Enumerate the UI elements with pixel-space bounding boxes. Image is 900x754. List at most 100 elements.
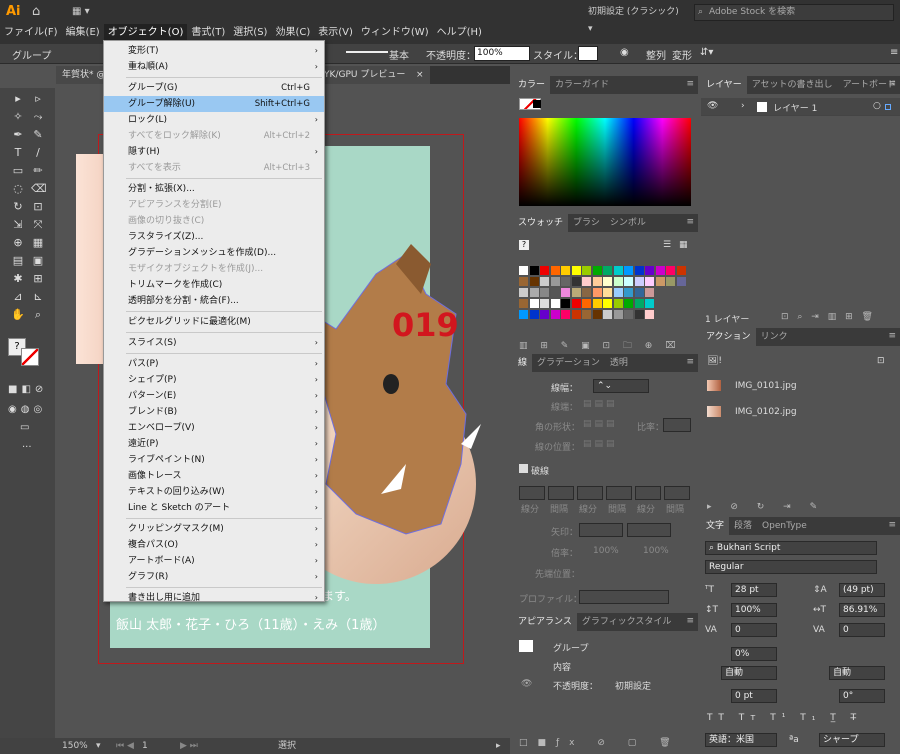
tool-icon[interactable]: ▤ [11, 254, 25, 268]
menu-item[interactable]: パターン(E) › [104, 388, 324, 404]
hscale-field[interactable]: 86.91% [839, 603, 885, 617]
menu-item[interactable]: 透明部分を分割・統合(F)... [104, 293, 324, 309]
color-swatch[interactable] [624, 299, 633, 308]
menu-item[interactable]: 書き出し用に追加 › [104, 590, 324, 606]
panel-tab[interactable]: グラフィックスタイル [577, 613, 677, 631]
color-swatch[interactable] [540, 299, 549, 308]
tool-icon[interactable]: ▣ [31, 254, 45, 268]
panel-tab[interactable]: レイヤー [701, 76, 747, 94]
tool-icon[interactable]: ✱ [11, 272, 25, 286]
color-swatch[interactable] [592, 277, 602, 286]
layer-actions[interactable]: ⊡ ⌕ ⇥ ▥ ⊞ 🗑 [781, 312, 876, 322]
color-swatch[interactable] [613, 310, 623, 319]
menu-item[interactable]: ブレンド(B) › [104, 404, 324, 420]
panel-tab[interactable]: ブラシ [568, 214, 605, 232]
color-swatch[interactable] [676, 277, 686, 286]
color-swatch[interactable] [561, 277, 570, 286]
menu-item[interactable]: トリムマークを作成(C) [104, 277, 324, 293]
scale-value-1[interactable]: 100% [593, 546, 619, 556]
panel-menu-icon[interactable]: ≡ [686, 357, 694, 367]
panel-menu-icon[interactable]: ≡ [686, 79, 694, 89]
menu-item[interactable]: Line と Sketch のアート › [104, 500, 324, 516]
tool-icon[interactable]: ◌ [11, 182, 25, 196]
text-style-buttons[interactable]: TT Tт T¹ T₁ T̲ T̶ [707, 713, 862, 723]
menu-item[interactable]: ラスタライズ(Z)... [104, 229, 324, 245]
artboard-nav-next-icon[interactable]: ▶ ⏭ [180, 738, 198, 754]
color-swatch[interactable] [666, 277, 675, 286]
tool-icon[interactable]: ⌕ [31, 308, 45, 322]
color-swatch[interactable] [582, 299, 591, 308]
panel-tab[interactable]: 透明 [605, 354, 633, 372]
color-swatch[interactable] [603, 277, 612, 286]
artboard-number[interactable]: 1 [142, 738, 148, 754]
color-swatch[interactable] [592, 266, 602, 275]
menu-item[interactable]: 変形(T) › [104, 43, 324, 59]
opacity-field[interactable]: 100% [474, 46, 530, 61]
layer-row[interactable]: 👁 › レイヤー 1 ○ [701, 98, 900, 116]
color-swatch[interactable] [603, 310, 612, 319]
menu-item[interactable]: ライブペイント(N) › [104, 452, 324, 468]
arrow-start-field[interactable] [579, 523, 623, 537]
menu-item[interactable]: グループ(G) Ctrl+G [104, 80, 324, 96]
tool-icon[interactable]: ⤧ [31, 218, 45, 232]
language-field[interactable]: 英語：米国 [705, 733, 777, 747]
link-info-icon[interactable]: 🖼! [707, 356, 722, 366]
recolor-icon[interactable]: ◉ [620, 47, 629, 58]
color-swatch[interactable] [582, 310, 591, 319]
color-swatch[interactable] [603, 299, 612, 308]
panel-menu-icon[interactable]: ≡ [686, 616, 694, 626]
panel-tab[interactable]: 段落 [729, 517, 757, 535]
color-swatch[interactable] [519, 266, 528, 275]
corner-buttons[interactable]: ▤▤▤ [583, 419, 618, 429]
menu-item[interactable]: グラデーションメッシュを作成(D)... [104, 245, 324, 261]
color-swatch[interactable] [561, 266, 570, 275]
color-swatch[interactable] [540, 277, 549, 286]
color-swatch[interactable] [529, 310, 539, 319]
dash-field[interactable] [635, 486, 661, 500]
color-swatch[interactable] [624, 277, 633, 286]
tracking-field[interactable]: 0 [839, 623, 885, 637]
menu-item[interactable]: スライス(S) › [104, 335, 324, 351]
menu-7[interactable]: ウィンドウ(W) [357, 24, 433, 42]
panel-tab[interactable]: OpenType [757, 517, 812, 535]
profile-field[interactable] [579, 590, 669, 604]
panel-tab[interactable]: 線 [513, 354, 533, 372]
names-text[interactable]: 飯山 太郎・花子・ひろ（11歳）・えみ（1歳） [116, 614, 385, 633]
dash-field[interactable] [577, 486, 603, 500]
embed-icon[interactable]: ⊡ [877, 356, 885, 366]
tool-icon[interactable]: ▦ [31, 236, 45, 250]
menu-item[interactable]: アピアランスを分割(E) [104, 197, 324, 213]
panel-menu-icon[interactable]: ≡ [888, 331, 896, 341]
tool-icon[interactable]: ▭ [11, 164, 25, 178]
color-swatch[interactable] [613, 277, 623, 286]
font-style-field[interactable]: Regular [705, 560, 877, 574]
tool-icon[interactable]: ⊿ [11, 290, 25, 304]
tool-icon[interactable]: T [11, 146, 25, 160]
color-swatch[interactable] [582, 266, 591, 275]
stroke-style-label[interactable]: 基本 [389, 47, 409, 62]
menu-item[interactable]: 重ね順(A) › [104, 59, 324, 75]
tool-icon[interactable]: ✒ [11, 128, 25, 142]
color-swatch[interactable] [592, 288, 602, 297]
list-view-icon[interactable]: ☰ [663, 240, 671, 250]
artboard-nav-prev-icon[interactable]: ⏮ ◀ [116, 738, 134, 754]
color-swatch[interactable] [624, 310, 633, 319]
greeting-text[interactable]: ます。 [322, 587, 357, 604]
color-swatch[interactable] [550, 266, 560, 275]
menu-item[interactable]: エンベロープ(V) › [104, 420, 324, 436]
tool-icon[interactable]: ⊞ [31, 272, 45, 286]
color-spectrum[interactable] [519, 118, 691, 206]
black-swatch[interactable] [533, 100, 541, 108]
color-swatch[interactable] [571, 288, 581, 297]
visibility-icon[interactable]: 👁 [521, 679, 532, 689]
font-family-field[interactable]: ⌕ Bukhari Script [705, 541, 877, 555]
home-icon[interactable]: ⌂ [32, 4, 50, 20]
appearance-opacity-label[interactable]: 不透明度： [553, 679, 598, 692]
fill-stroke-icon[interactable]: ? [8, 338, 42, 368]
menu-item[interactable]: クリッピングマスク(M) › [104, 521, 324, 537]
menu-item[interactable]: グラフ(R) › [104, 569, 324, 585]
tool-icon[interactable]: ✋ [11, 308, 25, 322]
color-swatch[interactable] [624, 266, 633, 275]
color-swatch[interactable] [571, 310, 581, 319]
tool-icon[interactable]: ▹ [31, 92, 45, 106]
